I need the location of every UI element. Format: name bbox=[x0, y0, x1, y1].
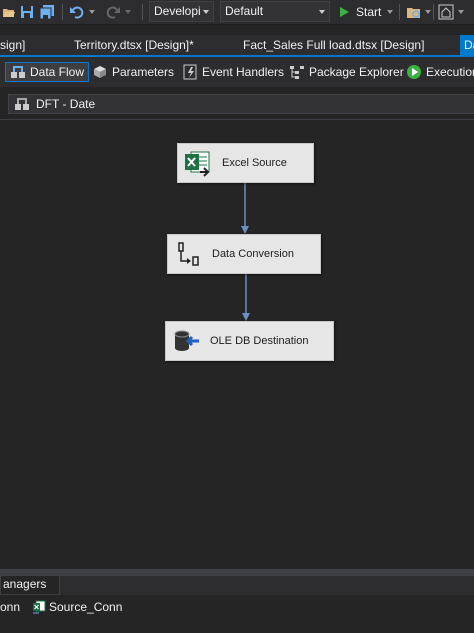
arrowhead-icon bbox=[241, 226, 249, 234]
document-tab-strip: sign] Territory.dtsx [Design]* Fact_Sale… bbox=[0, 35, 474, 57]
data-flow-task-selector[interactable]: DFT - Date bbox=[8, 94, 474, 114]
event-handlers-icon bbox=[182, 64, 198, 80]
find-in-files-icon[interactable] bbox=[405, 3, 423, 21]
connection-manager-label: Source_Conn bbox=[49, 600, 123, 614]
excel-icon bbox=[182, 147, 214, 179]
toolbar-separator bbox=[142, 4, 143, 20]
tab-data-flow[interactable]: Data Flow bbox=[5, 62, 90, 82]
excel-source-label: Excel Source bbox=[222, 157, 287, 169]
open-folder-icon[interactable] bbox=[0, 3, 18, 21]
data-flow-task-icon bbox=[14, 96, 30, 112]
connection-manager-label: onn bbox=[0, 600, 21, 614]
connection-managers-panel: onn Source_Conn bbox=[0, 595, 474, 633]
home-icon[interactable] bbox=[437, 3, 455, 21]
oledb-destination-component[interactable]: OLE DB Destination bbox=[165, 321, 334, 361]
connection-managers-splitter[interactable] bbox=[0, 569, 474, 576]
toolbar-separator bbox=[433, 4, 434, 20]
connection-managers-tab-strip: anagers bbox=[0, 576, 474, 595]
solution-configuration-dropdown[interactable]: Developi bbox=[149, 1, 214, 22]
data-flow-task-name: DFT - Date bbox=[36, 97, 96, 111]
chevron-down-icon bbox=[203, 10, 209, 14]
data-flow-icon bbox=[10, 64, 26, 80]
toolbar-separator bbox=[399, 4, 400, 20]
tab-parameters[interactable]: Parameters bbox=[88, 62, 174, 82]
oledb-destination-icon bbox=[170, 325, 202, 357]
redo-icon[interactable] bbox=[104, 3, 122, 21]
main-toolbar: Developi Default Start bbox=[0, 0, 474, 25]
save-icon[interactable] bbox=[18, 3, 36, 21]
find-dropdown-chevron-icon[interactable] bbox=[423, 3, 433, 21]
play-icon bbox=[340, 7, 349, 17]
tab-connection-managers[interactable]: anagers bbox=[0, 576, 60, 595]
document-tab[interactable]: sign] bbox=[0, 38, 25, 52]
data-conversion-component[interactable]: Data Conversion bbox=[167, 234, 321, 274]
tab-event-handlers-label: Event Handlers bbox=[202, 65, 285, 79]
solution-configuration-value: Developi bbox=[154, 4, 201, 18]
toolbar-separator bbox=[62, 4, 63, 20]
undo-icon[interactable] bbox=[68, 3, 86, 21]
data-conversion-label: Data Conversion bbox=[212, 248, 294, 260]
package-explorer-icon bbox=[289, 64, 305, 80]
document-tab-active[interactable]: Da bbox=[460, 35, 474, 55]
tab-execution-label: Execution bbox=[426, 65, 474, 79]
platform-value: Default bbox=[225, 4, 264, 18]
platform-dropdown[interactable]: Default bbox=[220, 1, 330, 22]
undo-dropdown-chevron-icon[interactable] bbox=[87, 3, 97, 21]
document-tab[interactable]: Fact_Sales Full load.dtsx [Design] bbox=[243, 38, 424, 52]
excel-connection-icon bbox=[32, 600, 46, 614]
connection-manager-item[interactable]: Source_Conn bbox=[32, 600, 122, 614]
connection-manager-item[interactable]: onn bbox=[0, 600, 20, 614]
tab-package-explorer[interactable]: Package Explorer bbox=[285, 62, 404, 82]
document-tab[interactable]: Territory.dtsx [Design]* bbox=[74, 38, 194, 52]
data-flow-task-bar: DFT - Date bbox=[0, 87, 474, 119]
home-dropdown-chevron-icon[interactable] bbox=[456, 3, 466, 21]
tab-event-handlers[interactable]: Event Handlers bbox=[178, 62, 284, 82]
start-label: Start bbox=[356, 5, 382, 19]
oledb-destination-label: OLE DB Destination bbox=[210, 335, 309, 347]
start-button[interactable]: Start bbox=[338, 3, 381, 21]
designer-tab-strip: Data Flow Parameters Event Handlers Pack… bbox=[0, 57, 474, 87]
save-all-icon[interactable] bbox=[38, 3, 56, 21]
parameters-icon bbox=[92, 64, 108, 80]
data-flow-canvas[interactable]: Excel Source Data Conversion OLE DB Dest… bbox=[0, 120, 474, 569]
tab-package-explorer-label: Package Explorer bbox=[309, 65, 404, 79]
chevron-down-icon bbox=[319, 10, 325, 14]
tab-parameters-label: Parameters bbox=[112, 65, 175, 79]
data-conversion-icon bbox=[172, 238, 204, 270]
tab-data-flow-label: Data Flow bbox=[30, 65, 85, 79]
tab-execution[interactable]: Execution bbox=[402, 62, 474, 82]
arrowhead-icon bbox=[242, 313, 250, 321]
excel-source-component[interactable]: Excel Source bbox=[177, 143, 314, 183]
start-dropdown-chevron-icon[interactable] bbox=[385, 3, 395, 21]
redo-dropdown-chevron-icon[interactable] bbox=[123, 3, 133, 21]
execution-icon bbox=[406, 64, 422, 80]
